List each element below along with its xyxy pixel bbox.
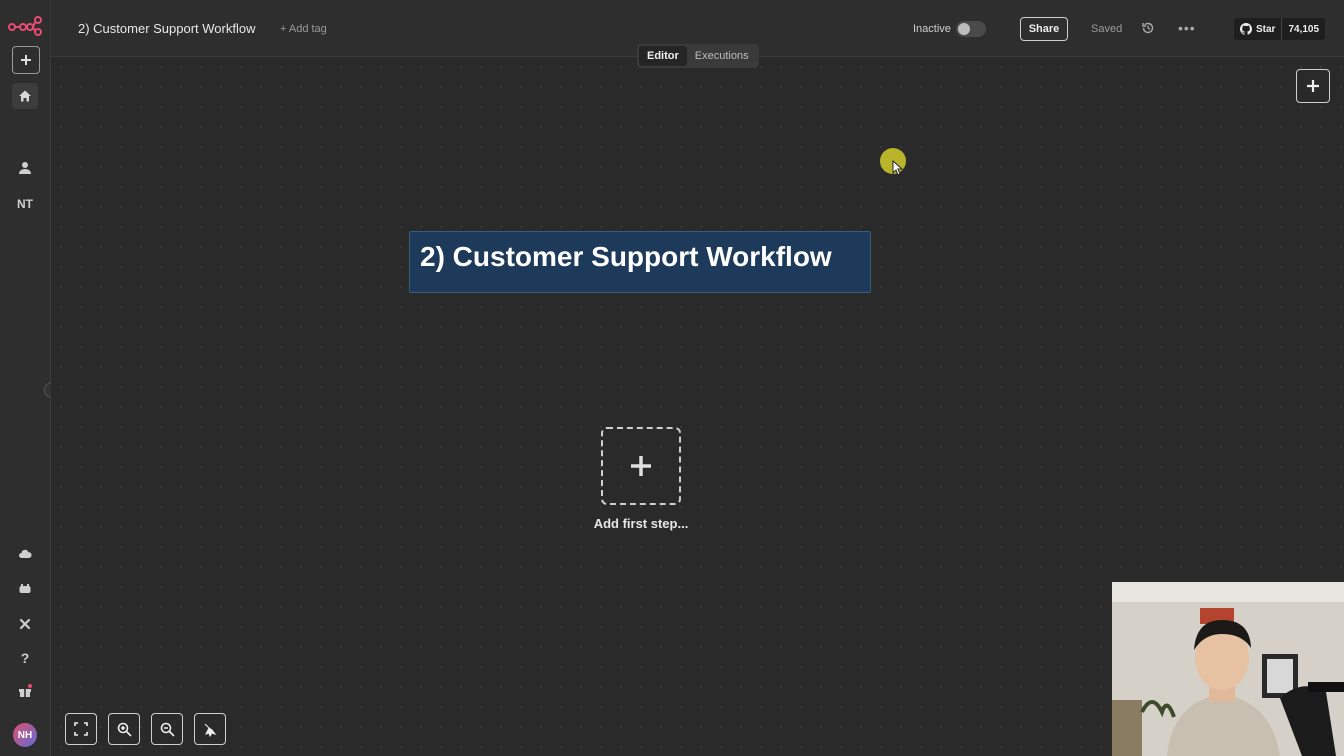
- zoom-out-button[interactable]: [151, 713, 183, 745]
- mouse-cursor-icon: [892, 160, 904, 176]
- zoom-in-button[interactable]: [108, 713, 140, 745]
- active-status-label: Inactive: [913, 23, 951, 35]
- sidebar-item-templates[interactable]: [12, 576, 38, 602]
- tab-executions[interactable]: Executions: [687, 46, 757, 66]
- tab-editor[interactable]: Editor: [639, 46, 687, 66]
- box-icon: [19, 584, 31, 593]
- add-first-step-button[interactable]: [601, 427, 681, 505]
- workflow-title[interactable]: 2) Customer Support Workflow: [78, 21, 256, 36]
- github-star-count: 74,105: [1288, 23, 1320, 35]
- zoom-to-fit-button[interactable]: [65, 713, 97, 745]
- broom-icon: [204, 723, 216, 737]
- toggle-knob: [958, 23, 970, 35]
- presenter-video-image: [1112, 582, 1344, 756]
- user-icon: [19, 162, 31, 174]
- share-button[interactable]: Share: [1020, 17, 1068, 41]
- left-sidebar: NT ? NH: [0, 0, 51, 756]
- add-first-step-label: Add first step...: [593, 516, 689, 531]
- github-star-button[interactable]: Star 74,105: [1234, 18, 1326, 40]
- add-workflow-button[interactable]: [12, 46, 40, 74]
- zoom-out-icon: [160, 722, 175, 737]
- webcam-overlay: [1112, 582, 1344, 756]
- n8n-logo-icon[interactable]: [8, 14, 42, 36]
- sidebar-item-variables[interactable]: [12, 611, 38, 637]
- add-tag-link[interactable]: + Add tag: [280, 23, 327, 35]
- sidebar-item-home[interactable]: [12, 83, 38, 109]
- sidebar-item-personal[interactable]: [12, 155, 38, 181]
- fit-view-icon: [74, 722, 88, 736]
- active-toggle[interactable]: [956, 21, 986, 37]
- more-options-icon[interactable]: •••: [1178, 20, 1196, 36]
- gift-icon: [19, 684, 32, 697]
- cloud-icon: [19, 549, 32, 558]
- plus-icon: [631, 456, 651, 476]
- zoom-in-icon: [117, 722, 132, 737]
- tidy-up-button[interactable]: [194, 713, 226, 745]
- sidebar-item-whats-new[interactable]: [12, 678, 38, 704]
- history-icon[interactable]: [1141, 21, 1155, 35]
- sidebar-item-help[interactable]: ?: [12, 645, 38, 671]
- sticky-note-text: 2) Customer Support Workflow: [420, 241, 832, 272]
- home-icon: [19, 90, 31, 102]
- save-status: Saved: [1091, 23, 1123, 35]
- avatar[interactable]: NH: [13, 723, 37, 747]
- view-tabs: Editor Executions: [637, 44, 759, 68]
- github-icon: [1240, 23, 1252, 35]
- sidebar-item-project-initials[interactable]: NT: [0, 197, 50, 211]
- sticky-note[interactable]: 2) Customer Support Workflow: [409, 231, 871, 293]
- question-mark-icon: ?: [20, 650, 30, 666]
- open-nodes-panel-button[interactable]: [1296, 69, 1330, 103]
- sidebar-item-cloud[interactable]: [12, 541, 38, 567]
- plus-icon: [1307, 80, 1319, 92]
- plus-icon: [21, 55, 31, 65]
- github-star-label: Star: [1256, 23, 1276, 35]
- variable-x-icon: [19, 618, 31, 630]
